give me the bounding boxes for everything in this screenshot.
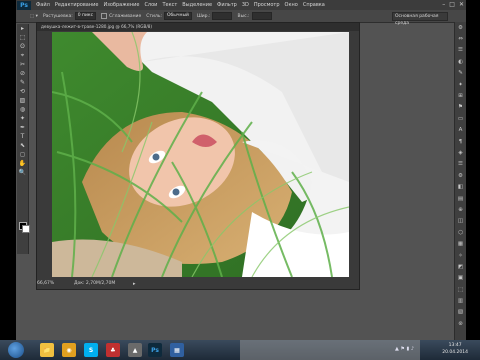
system-tray[interactable]: ▲ ⚑ ▮ ♪ [395,346,414,352]
panel-icon[interactable]: ✎ [455,68,466,79]
panel-icon[interactable]: ⊞ [455,90,466,101]
app-icon[interactable]: ▲ [128,343,142,357]
panel-icon[interactable]: ▣ [455,273,466,284]
dodge-icon[interactable]: ✦ [17,114,28,123]
panel-icon[interactable]: ◫ [455,216,466,227]
menu-bar: Ps Файл Редактирование Изображение Слои … [16,0,466,10]
photoshop-taskbar-icon[interactable]: Ps [148,343,162,357]
app-icon[interactable]: ♣ [106,343,120,357]
close-icon[interactable]: ✕ [459,1,464,8]
panel-icon[interactable]: ▧ [455,307,466,318]
shape-icon[interactable]: ◻ [17,150,28,159]
panel-icon[interactable]: ✧ [455,250,466,261]
lasso-icon[interactable]: ʘ [17,42,28,51]
tools-panel: ▸ ⬚ ʘ ⌖ ✂ ⊘ ✎ ⟲ ▨ ◍ ✦ ✒ T ⬉ ◻ ✋ 🔍 [17,24,30,254]
clock-date: 20.04.2014 [442,350,468,355]
move-tool-icon[interactable]: ▸ [17,24,28,33]
menu-layers[interactable]: Слои [144,2,157,8]
quick-select-icon[interactable]: ⌖ [17,51,28,60]
marquee-tool-icon[interactable]: ⬚ ▾ [30,14,38,19]
panel-icon[interactable]: A [455,125,466,136]
status-bar: 66,67% Док: 2,70М/2,70М ▸ [37,279,359,289]
style-label: Стиль: [146,13,162,19]
width-label: Шир.: [196,13,211,19]
clock-time: 13:47 [448,343,462,348]
menu-3d[interactable]: 3D [242,2,249,8]
eyedropper-icon[interactable]: ⊘ [17,69,28,78]
blur-icon[interactable]: ◍ [17,105,28,114]
history-brush-icon[interactable]: ⟲ [17,87,28,96]
taskbar-background-preview [240,340,420,360]
workspace-select[interactable]: Основная рабочая среда [392,12,448,26]
panel-icon[interactable]: ▥ [455,295,466,306]
feather-input[interactable]: 0 пикс [74,12,97,20]
panel-icon[interactable]: ☰ [455,159,466,170]
explorer-icon[interactable]: 📁 [40,343,54,357]
menu-view[interactable]: Просмотр [254,2,280,8]
background-color-swatch[interactable] [22,225,30,233]
panel-icon[interactable]: ⚙ [455,170,466,181]
menu-image[interactable]: Изображение [103,2,139,8]
panel-icon[interactable]: ▦ [455,238,466,249]
height-input[interactable] [251,12,272,20]
image-canvas[interactable] [52,32,349,277]
photoshop-window: Ps Файл Редактирование Изображение Слои … [16,0,466,340]
document-window: девушка-лежит-в-траве-1280.jpg @ 66,7% (… [36,22,360,290]
panel-icon[interactable]: ⊛ [455,318,466,329]
panel-icon[interactable]: ☰ [455,45,466,56]
zoom-icon[interactable]: 🔍 [17,168,28,177]
document-tab[interactable]: девушка-лежит-в-траве-1280.jpg @ 66,7% (… [37,23,359,31]
height-label: Выс.: [237,13,250,19]
panel-icon[interactable]: ▭ [455,113,466,124]
window-controls: – □ ✕ [442,1,464,8]
photoshop-logo-icon: Ps [17,0,31,10]
menu-edit[interactable]: Редактирование [55,2,99,8]
antialias-label: Сглаживание [109,13,142,19]
zoom-level[interactable]: 66,67% [37,279,54,289]
panel-icon[interactable]: ⚙ [455,22,466,33]
panel-icon[interactable]: ▤ [455,193,466,204]
panel-icon[interactable]: ◈ [455,147,466,158]
panel-icon[interactable]: ✦ [455,79,466,90]
photo-woman-in-grass [52,32,349,277]
start-button-icon[interactable] [8,342,24,358]
taskbar: 📁 ◉ S ♣ ▲ Ps ▦ ▲ ⚑ ▮ ♪ 13:47 20.04.2014 [0,340,480,360]
menu-window[interactable]: Окно [285,2,298,8]
panel-icon[interactable]: ⬡ [455,227,466,238]
clock[interactable]: 13:47 20.04.2014 [442,342,468,356]
chrome-icon[interactable]: ◉ [62,343,76,357]
minimize-icon[interactable]: – [442,1,445,8]
eraser-icon[interactable]: ▨ [17,96,28,105]
antialias-checkbox[interactable] [101,13,108,19]
skype-icon[interactable]: S [84,343,98,357]
brush-icon[interactable]: ✎ [17,78,28,87]
menu-file[interactable]: Файл [36,2,50,8]
menu-text[interactable]: Текст [162,2,177,8]
panel-icon[interactable]: ◧ [455,181,466,192]
menu-select[interactable]: Выделение [182,2,212,8]
app-icon[interactable]: ▦ [170,343,184,357]
pen-icon[interactable]: ✒ [17,123,28,132]
width-input[interactable] [212,12,233,20]
panel-icon[interactable]: ◩ [455,261,466,272]
panel-icon[interactable]: ⇔ [455,33,466,44]
style-select[interactable]: Обычный [163,12,192,20]
path-select-icon[interactable]: ⬉ [17,141,28,150]
crop-icon[interactable]: ✂ [17,60,28,69]
hand-icon[interactable]: ✋ [17,159,28,168]
maximize-icon[interactable]: □ [449,1,455,8]
status-menu-icon[interactable]: ▸ [133,279,136,289]
panel-icon[interactable]: ⊕ [455,204,466,215]
panel-icon[interactable]: ⬚ [455,284,466,295]
feather-label: Растушевка: [42,13,73,19]
panel-icon[interactable]: ¶ [455,136,466,147]
marquee-icon[interactable]: ⬚ [17,33,28,42]
panel-icon[interactable]: ◐ [455,56,466,67]
type-icon[interactable]: T [17,132,28,141]
doc-size-info: Док: 2,70М/2,70М [74,281,116,286]
menu-filter[interactable]: Фильтр [217,2,237,8]
panel-icon[interactable]: ⚑ [455,102,466,113]
collapsed-panels: ⚙ ⇔ ☰ ◐ ✎ ✦ ⊞ ⚑ ▭ A ¶ ◈ ☰ ⚙ ◧ ▤ ⊕ ◫ ⬡ ▦ … [454,22,466,340]
menu-help[interactable]: Справка [303,2,325,8]
